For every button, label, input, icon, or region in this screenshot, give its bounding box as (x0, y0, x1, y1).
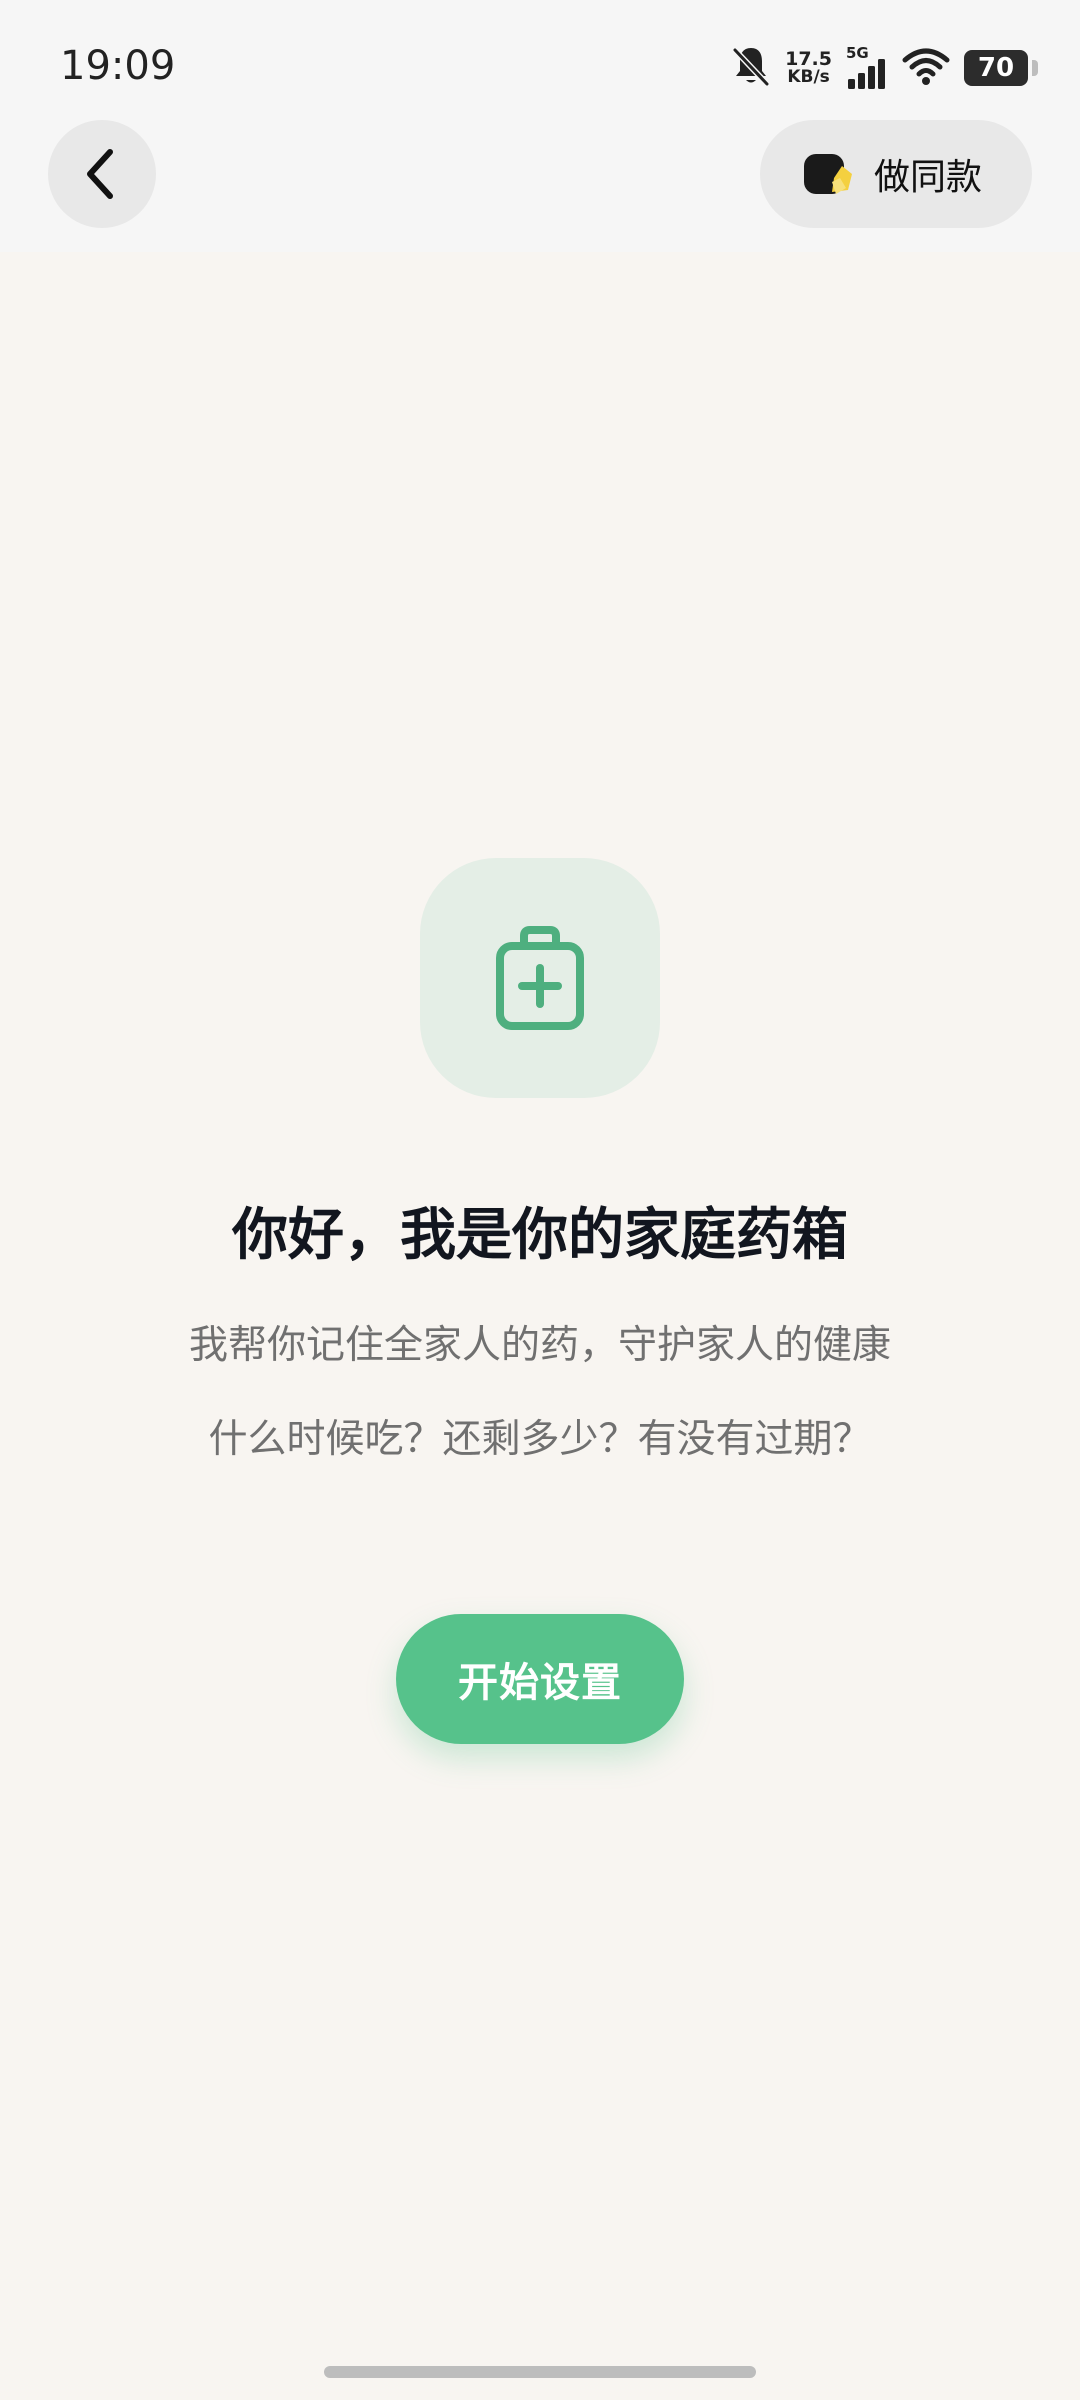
make-same-button[interactable]: 做同款 (760, 120, 1032, 228)
home-indicator[interactable] (324, 2366, 756, 2378)
network-speed-unit: KB/s (787, 67, 830, 87)
make-same-label: 做同款 (873, 157, 982, 198)
medical-bag-icon (496, 926, 584, 1030)
top-bar: 19:09 17.5 KB/s 5G 70 做同款 (0, 0, 1080, 252)
back-button[interactable] (48, 120, 156, 228)
start-setup-button[interactable]: 开始设置 (396, 1614, 684, 1744)
network-speed: 17.5 KB/s (785, 48, 832, 87)
battery-level: 70 (977, 53, 1015, 83)
status-icons: 17.5 KB/s 5G 70 (731, 42, 1038, 94)
signal-indicator: 5G (846, 45, 888, 91)
bell-muted-icon (731, 44, 771, 92)
subtitle-line-2: 什么时候吃？还剩多少？有没有过期？ (208, 1417, 872, 1462)
subtitle-line-1: 我帮你记住全家人的药，守护家人的健康 (188, 1323, 891, 1368)
sticker-icon (803, 154, 852, 194)
wifi-icon (902, 46, 950, 90)
battery-icon: 70 (964, 50, 1038, 86)
medical-bag-icon-container (420, 858, 660, 1098)
chevron-left-icon (87, 149, 113, 199)
page-title: 你好，我是你的家庭药箱 (232, 1203, 848, 1268)
start-setup-label: 开始设置 (458, 1660, 622, 1706)
signal-icon (848, 59, 885, 89)
status-time: 19:09 (60, 43, 176, 89)
network-speed-value: 17.5 (785, 48, 832, 70)
